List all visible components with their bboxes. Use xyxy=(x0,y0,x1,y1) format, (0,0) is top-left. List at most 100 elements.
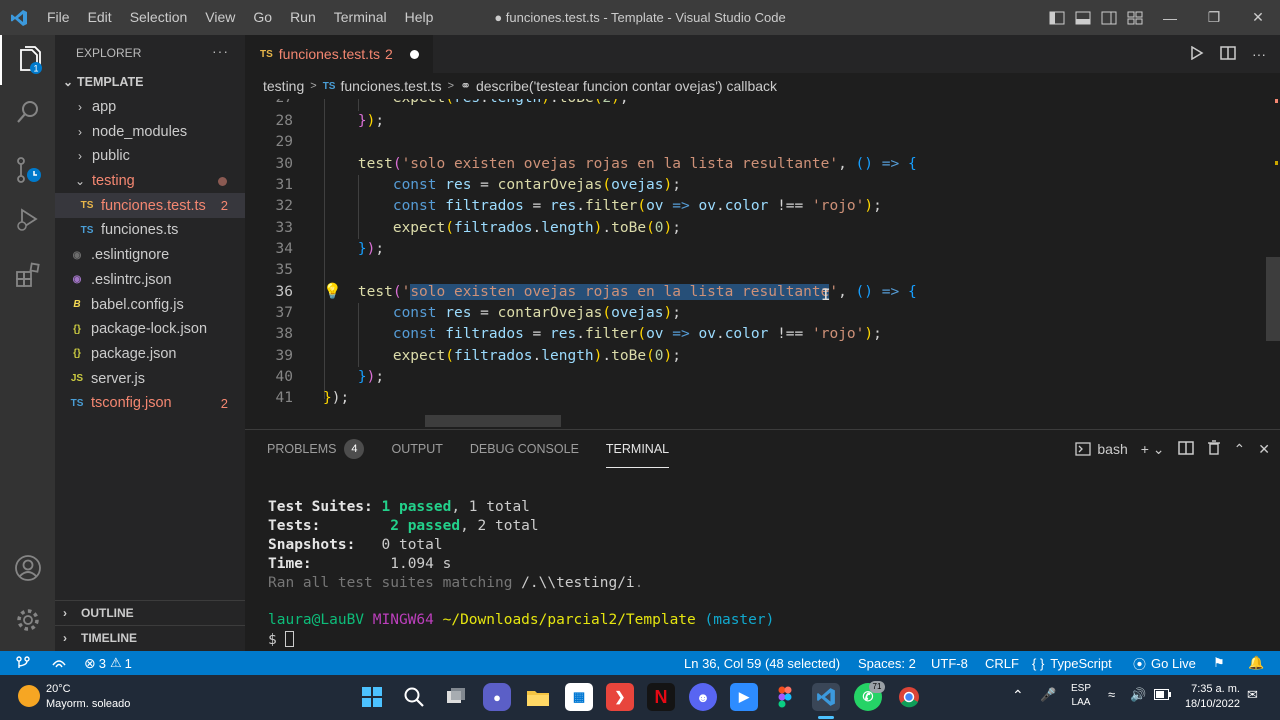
trash-icon[interactable] xyxy=(1207,440,1221,458)
tree-file-package-json[interactable]: {} package.json xyxy=(55,342,245,367)
task-view-icon[interactable] xyxy=(442,683,470,711)
terminal-shell-selector[interactable]: bash xyxy=(1075,441,1128,457)
lightbulb-icon[interactable]: 💡 xyxy=(323,282,342,300)
more-actions-icon[interactable]: ··· xyxy=(212,43,229,59)
menu-edit[interactable]: Edit xyxy=(79,0,121,35)
tree-file-package-lock-json[interactable]: {} package-lock.json xyxy=(55,317,245,342)
breadcrumb-folder[interactable]: testing xyxy=(263,78,304,94)
clock[interactable]: 7:35 a. m. 18/10/2022 xyxy=(1180,683,1240,710)
search-icon[interactable] xyxy=(0,87,55,137)
go-live-button[interactable]: ⦿ Go Live xyxy=(1133,651,1196,675)
tree-folder-node-modules[interactable]: › node_modules xyxy=(55,119,245,144)
indentation[interactable]: Spaces: 2 xyxy=(858,651,916,675)
menu-help[interactable]: Help xyxy=(396,0,443,35)
tab-debug-console[interactable]: DEBUG CONSOLE xyxy=(470,430,579,468)
menu-file[interactable]: File xyxy=(38,0,79,35)
workspace-root[interactable]: ⌄ TEMPLATE xyxy=(55,70,245,95)
netflix-icon[interactable]: N xyxy=(647,683,675,711)
tab-problems[interactable]: PROBLEMS 4 xyxy=(267,430,365,468)
file-explorer-icon[interactable] xyxy=(524,683,552,711)
tree-file-server-js[interactable]: JS server.js xyxy=(55,366,245,391)
vertical-scrollbar[interactable] xyxy=(1266,257,1280,341)
chat-icon[interactable]: ● xyxy=(483,683,511,711)
menu-selection[interactable]: Selection xyxy=(121,0,197,35)
split-editor-icon[interactable] xyxy=(1220,45,1236,63)
customize-layout-icon[interactable] xyxy=(1122,0,1148,35)
breadcrumb-symbol[interactable]: describe('testear funcion contar ovejas'… xyxy=(476,78,777,94)
outline-section[interactable]: › OUTLINE xyxy=(55,600,245,625)
tree-file-funciones-ts[interactable]: TS funciones.ts xyxy=(55,218,245,243)
notifications-bell-icon[interactable]: 🔔 xyxy=(1248,651,1264,675)
settings-gear-icon[interactable] xyxy=(0,595,55,645)
close-window-icon[interactable]: ✕ xyxy=(1236,0,1280,35)
terminal-input-line[interactable]: $ xyxy=(268,631,295,648)
run-debug-icon[interactable] xyxy=(0,195,55,245)
microphone-icon[interactable]: 🎤 xyxy=(1040,687,1056,703)
tab-output[interactable]: OUTPUT xyxy=(391,430,442,468)
editor-actions: ··· xyxy=(1190,35,1266,73)
source-control-icon[interactable] xyxy=(0,145,55,195)
line-number: 29 xyxy=(275,134,293,150)
tree-label: public xyxy=(92,148,130,165)
tab-terminal[interactable]: TERMINAL xyxy=(605,430,670,468)
tree-file-eslintignore[interactable]: ◉ .eslintignore xyxy=(55,243,245,268)
tree-file-babel-config-js[interactable]: B babel.config.js xyxy=(55,292,245,317)
tray-chevron-up-icon[interactable]: ⌃ xyxy=(1012,687,1024,704)
timeline-section[interactable]: › TIMELINE xyxy=(55,625,245,650)
split-terminal-icon[interactable] xyxy=(1177,440,1194,458)
cursor-position[interactable]: Ln 36, Col 59 (48 selected) xyxy=(684,651,840,675)
restore-icon[interactable]: ❐ xyxy=(1192,0,1236,35)
run-icon[interactable] xyxy=(1190,45,1204,63)
store-icon[interactable]: ▦ xyxy=(565,683,593,711)
account-icon[interactable] xyxy=(0,543,55,593)
menu-terminal[interactable]: Terminal xyxy=(325,0,396,35)
unsaved-dot-icon[interactable] xyxy=(410,49,419,59)
weather-desc[interactable]: Mayorm. soleado xyxy=(46,698,130,710)
feedback-icon[interactable]: ⚑ xyxy=(1213,651,1225,675)
menu-go[interactable]: Go xyxy=(244,0,281,35)
language-mode[interactable]: { } TypeScript xyxy=(1032,651,1112,675)
encoding[interactable]: UTF-8 xyxy=(931,651,968,675)
breadcrumb-file[interactable]: funciones.test.ts xyxy=(340,78,441,94)
chrome-icon[interactable] xyxy=(895,683,923,711)
anydesk-icon[interactable]: ❯ xyxy=(606,683,634,711)
windows-start-icon[interactable] xyxy=(358,683,386,711)
maximize-panel-icon[interactable]: ⌃ xyxy=(1234,441,1246,458)
horizontal-scrollbar[interactable] xyxy=(425,415,561,427)
menu-run[interactable]: Run xyxy=(281,0,325,35)
zoom-icon[interactable]: ▶ xyxy=(730,683,758,711)
tree-folder-public[interactable]: › public xyxy=(55,144,245,169)
more-actions-icon[interactable]: ··· xyxy=(1252,46,1266,62)
menu-view[interactable]: View xyxy=(196,0,244,35)
tree-file-tsconfig-json[interactable]: TS tsconfig.json 2 xyxy=(55,391,245,416)
extensions-icon[interactable] xyxy=(0,250,55,300)
figma-icon[interactable] xyxy=(771,683,799,711)
toggle-secondary-sidebar-icon[interactable] xyxy=(1096,0,1122,35)
minimize-icon[interactable]: — xyxy=(1148,0,1192,35)
vscode-taskbar-icon[interactable] xyxy=(812,683,840,711)
toggle-sidebar-icon[interactable] xyxy=(1044,0,1070,35)
live-share-icon[interactable] xyxy=(50,651,68,675)
notification-center-icon[interactable]: ✉ xyxy=(1247,687,1258,703)
tree-folder-testing[interactable]: ⌄ testing xyxy=(55,169,245,194)
new-terminal-icon[interactable]: + ⌄ xyxy=(1141,441,1165,458)
discord-icon[interactable]: ☻ xyxy=(689,683,717,711)
problems-status[interactable]: ⊗ 3 ⚠ 1 xyxy=(84,651,132,675)
code-line: expect(res.length).toBe(2); xyxy=(323,99,629,106)
remote-icon[interactable] xyxy=(15,651,31,675)
volume-icon[interactable]: 🔊 xyxy=(1130,687,1146,703)
code-editor[interactable]: 27 28 29 30 31 32 33 34 35 36 37 38 39 4… xyxy=(245,99,1280,429)
eol[interactable]: CRLF xyxy=(985,651,1019,675)
wifi-icon[interactable]: ≈ xyxy=(1108,687,1115,702)
toggle-panel-icon[interactable] xyxy=(1070,0,1096,35)
explorer-icon[interactable]: 1 xyxy=(0,35,55,85)
tree-file-eslintrc-json[interactable]: ◉ .eslintrc.json xyxy=(55,268,245,293)
battery-icon[interactable] xyxy=(1154,688,1172,703)
search-icon[interactable] xyxy=(400,683,428,711)
close-panel-icon[interactable]: ✕ xyxy=(1258,441,1270,458)
language-indicator[interactable]: ESP LAA xyxy=(1066,683,1096,708)
weather-temp[interactable]: 20°C xyxy=(46,683,71,695)
tree-folder-app[interactable]: › app xyxy=(55,95,245,120)
tree-file-funciones-test-ts[interactable]: TS funciones.test.ts 2 xyxy=(55,193,245,219)
tab-funciones-test-ts[interactable]: TS funciones.test.ts 2 xyxy=(245,35,433,73)
